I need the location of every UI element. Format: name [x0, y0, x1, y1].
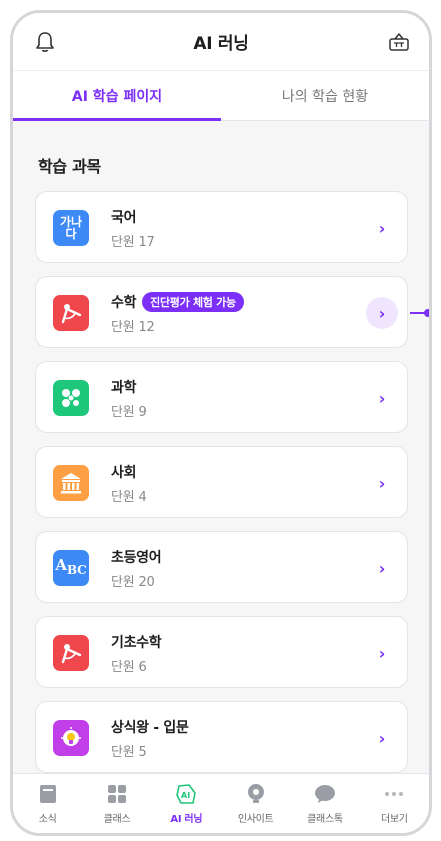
nav-item-news[interactable]: 소식 [18, 783, 78, 825]
chevron-right-icon[interactable]: › [366, 297, 398, 329]
tab-bar: AI 학습 페이지 나의 학습 현황 [13, 71, 429, 121]
subject-card-math[interactable]: 수학 진단평가 체험 가능 단원 12 › [35, 276, 429, 348]
app-header: AI 러닝 [13, 13, 429, 71]
chevron-right-icon[interactable]: › [371, 217, 393, 239]
nav-label: 인사이트 [237, 814, 274, 825]
subject-card-general-knowledge[interactable]: 상식왕 - 입문 단원 5 › [35, 701, 408, 773]
chevron-right-icon[interactable]: › [371, 727, 393, 749]
chevron-right-icon[interactable]: › [371, 472, 393, 494]
tab-my-learning-status[interactable]: 나의 학습 현황 [221, 71, 429, 120]
diagnostic-trial-badge: 진단평가 체험 가능 [142, 292, 244, 312]
nav-label: 소식 [38, 814, 57, 825]
subject-name: 수학 [111, 295, 137, 311]
subject-name: 국어 [111, 210, 137, 226]
tab-ai-learning-page[interactable]: AI 학습 페이지 [13, 71, 221, 121]
insight-icon [245, 783, 267, 805]
subject-card-basic-math[interactable]: 기초수학 단원 6 › [35, 616, 408, 688]
lightbulb-icon [53, 720, 89, 756]
pointer-dot [424, 309, 429, 317]
grid-icon [106, 783, 128, 805]
compass-icon [53, 295, 89, 331]
chevron-right-icon[interactable]: › [371, 557, 393, 579]
abc-icon: A B C [53, 550, 89, 586]
news-icon [37, 783, 59, 805]
nav-item-more[interactable]: 더보기 [364, 783, 424, 825]
subject-units: 단원 17 [111, 235, 155, 250]
phone-frame: AI 러닝 AI 학습 페이지 나의 학습 현황 학습 과목 가나 다 국어 단… [10, 10, 432, 836]
korean-letters-icon: 가나 다 [53, 210, 89, 246]
subject-name: 기초수학 [111, 635, 162, 651]
nav-label: 더보기 [380, 814, 408, 825]
icon-glyph-c: C [77, 563, 87, 577]
subject-card-social[interactable]: 사회 단원 4 › [35, 446, 408, 518]
nav-item-ai-learning[interactable]: AI AI 러닝 [156, 783, 216, 825]
svg-text:AI: AI [181, 791, 190, 800]
chevron-right-icon[interactable]: › [371, 642, 393, 664]
compass-icon [53, 635, 89, 671]
section-title: 학습 과목 [38, 157, 101, 176]
icon-glyph-korean-bottom: 다 [65, 227, 77, 241]
bottom-nav: 소식 클래스 AI AI 러닝 인사이트 클래스톡 더보기 [13, 773, 429, 833]
nav-item-class-talk[interactable]: 클래스톡 [295, 783, 355, 825]
icon-glyph-b: B [66, 563, 78, 577]
nav-label: 클래스톡 [307, 814, 343, 825]
shopping-basket-icon[interactable] [387, 30, 411, 54]
subject-name: 초등영어 [111, 550, 162, 566]
nav-item-insight[interactable]: 인사이트 [226, 783, 286, 825]
chevron-right-icon[interactable]: › [371, 387, 393, 409]
nav-label: AI 러닝 [170, 814, 203, 825]
subject-units: 단원 4 [111, 490, 147, 505]
page-title: AI 러닝 [193, 34, 249, 54]
chat-bubble-icon [314, 783, 336, 805]
ai-learning-icon: AI [175, 783, 197, 805]
subject-name: 상식왕 - 입문 [111, 720, 189, 736]
subject-units: 단원 9 [111, 405, 147, 420]
bell-icon[interactable] [33, 30, 57, 54]
subject-card-korean[interactable]: 가나 다 국어 단원 17 › [35, 191, 408, 263]
subject-units: 단원 5 [111, 745, 147, 760]
building-icon [53, 465, 89, 501]
subject-name: 사회 [111, 465, 137, 481]
molecule-icon [53, 380, 89, 416]
nav-label: 클래스 [103, 814, 131, 825]
subject-units: 단원 12 [111, 320, 155, 335]
more-icon [383, 783, 405, 805]
nav-item-class[interactable]: 클래스 [87, 783, 147, 825]
subject-units: 단원 6 [111, 660, 147, 675]
subject-name: 과학 [111, 380, 137, 396]
subject-list: 가나 다 국어 단원 17 › 수학 진단평가 체험 가능 단원 12 › 과학… [35, 191, 429, 786]
subject-units: 단원 20 [111, 575, 155, 590]
subject-card-english[interactable]: A B C 초등영어 단원 20 › [35, 531, 408, 603]
subject-card-science[interactable]: 과학 단원 9 › [35, 361, 408, 433]
icon-glyph-a: A [55, 556, 67, 574]
